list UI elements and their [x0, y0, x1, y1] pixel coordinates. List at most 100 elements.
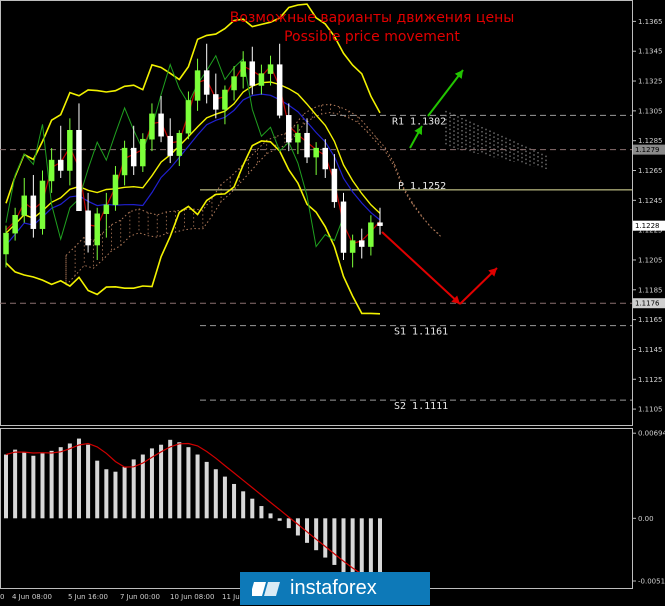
- osc-bar: [67, 443, 72, 519]
- osc-bar: [49, 450, 54, 519]
- osc-bar: [286, 518, 291, 529]
- osc-bar: [241, 491, 246, 519]
- candle-body: [304, 132, 310, 158]
- osc-bar: [268, 513, 273, 519]
- candle-body: [368, 222, 374, 247]
- y-tick-label: 1.1205: [638, 256, 663, 264]
- y-tick-label: 1.1325: [638, 78, 663, 86]
- y-tick-label: 1.1145: [638, 346, 663, 354]
- y-tick-label: 1.1245: [638, 197, 663, 205]
- x-tick-label: 7 Jun 00:00: [120, 593, 160, 601]
- cloud-outline: [65, 103, 441, 287]
- candle-body: [48, 159, 55, 182]
- candle-body: [377, 222, 383, 226]
- osc-bar: [131, 459, 136, 519]
- candle-body: [286, 115, 292, 143]
- candle-body: [213, 94, 219, 110]
- osc-bar: [368, 518, 373, 580]
- candle-body: [267, 64, 274, 74]
- osc-bar: [295, 518, 300, 536]
- y-tick-label: 1.1125: [638, 376, 663, 384]
- price-tag-label: 1.1279: [635, 146, 660, 154]
- chart-title-ru: Возможные варианты движения цены: [230, 10, 515, 26]
- candle-body: [331, 168, 338, 203]
- osc-y-tick-label: 0.00: [638, 515, 654, 523]
- candle-body: [103, 204, 110, 214]
- x-tick-label: 5 Jun 16:00: [68, 593, 108, 601]
- x-tick-label: 0: [0, 593, 4, 601]
- candle-body: [340, 201, 347, 253]
- osc-bar: [314, 518, 319, 551]
- candle-body: [359, 240, 365, 247]
- candle-body: [140, 138, 146, 167]
- candle-body: [94, 213, 100, 246]
- candle-body: [130, 147, 137, 167]
- osc-bar: [232, 483, 237, 519]
- x-tick-label: 10 Jun 08:00: [170, 593, 214, 601]
- candle-body: [57, 159, 64, 171]
- candle-body: [276, 64, 283, 116]
- y-tick-label: 1.1345: [638, 48, 663, 56]
- y-tick-label: 1.1265: [638, 167, 663, 175]
- osc-bar: [76, 438, 81, 519]
- candle-body: [258, 73, 265, 86]
- osc-bar: [341, 518, 346, 573]
- candle-body: [121, 147, 128, 176]
- price-tag-label: 1.1176: [635, 300, 660, 308]
- osc-bar: [104, 469, 109, 519]
- candle-body: [76, 129, 82, 212]
- candle-body: [149, 113, 155, 140]
- oscillator: 0.00694 0.00 -0.00511: [4, 430, 665, 585]
- osc-bar: [40, 453, 45, 519]
- level-label-p: P 1.1252: [398, 181, 446, 192]
- candle-body: [3, 232, 9, 255]
- osc-bar: [277, 518, 282, 521]
- logo-wordmark: instaforex: [290, 577, 377, 599]
- candle-body: [222, 89, 228, 110]
- y-tick-label: 1.1105: [638, 406, 663, 414]
- osc-bar: [186, 447, 191, 519]
- osc-bar: [323, 518, 328, 558]
- y-tick-label: 1.1365: [638, 18, 663, 26]
- osc-bar: [177, 442, 182, 519]
- osc-bar: [95, 460, 100, 519]
- candle-body: [322, 147, 329, 170]
- logo-mark-icon: [250, 578, 282, 600]
- osc-bar: [259, 506, 264, 519]
- down-arrow-shaft: [381, 231, 461, 305]
- osc-bar: [378, 518, 382, 576]
- osc-bar: [195, 454, 200, 519]
- candle-body: [231, 76, 237, 91]
- ichimoku-cloud: [65, 103, 547, 287]
- candle-body: [167, 135, 173, 156]
- candle-body: [176, 132, 183, 156]
- osc-bar: [250, 498, 255, 519]
- up-arrow-shaft-2: [427, 69, 464, 117]
- candle-body: [249, 61, 256, 86]
- candle-body: [349, 240, 356, 253]
- osc-bar: [58, 447, 63, 519]
- candle-body: [158, 113, 164, 137]
- chart-root: R1 1.1302 P 1.1252 S1 1.1161 S2 1.1111 1.13…: [0, 0, 665, 605]
- y-tick-label: 1.1185: [638, 286, 663, 294]
- x-tick-label: 4 Jun 08:00: [12, 593, 52, 601]
- osc-bar: [159, 444, 164, 519]
- candle-body: [240, 61, 246, 77]
- price-chart: R1 1.1302 P 1.1252 S1 1.1161 S2 1.1111 1.13…: [0, 0, 665, 601]
- candle-body: [185, 100, 192, 134]
- y-tick-label: 1.1305: [638, 107, 663, 115]
- osc-bar: [222, 476, 227, 519]
- osc-bar: [204, 461, 209, 519]
- level-label-s1: S1 1.1161: [394, 327, 448, 338]
- candle-body: [30, 195, 37, 229]
- osc-bar: [31, 455, 36, 519]
- chart-title-en: Possible price movement: [284, 29, 460, 45]
- osc-y-tick-label: 0.00694: [638, 430, 665, 438]
- price-axis: 1.1365 1.1345 1.1325 1.1305 1.1285 1.1265 1.12…: [632, 18, 663, 414]
- candle-body: [39, 180, 46, 229]
- candle-body: [85, 210, 91, 246]
- osc-bar: [213, 469, 218, 519]
- osc-y-tick-label: -0.00511: [638, 577, 665, 585]
- osc-bar: [332, 518, 337, 565]
- level-label-r1: R1 1.1302: [392, 116, 446, 127]
